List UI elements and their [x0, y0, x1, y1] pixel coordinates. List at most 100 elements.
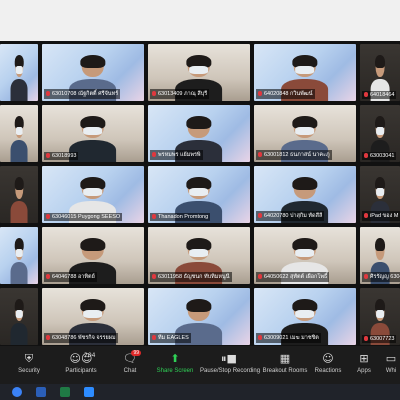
window-top-area — [0, 0, 400, 41]
chat-badge: 99 — [131, 350, 141, 356]
video-tile[interactable]: 63013409 ภาณุ สีบุรี — [148, 44, 250, 101]
participant-figure — [10, 54, 28, 101]
muted-mic-icon — [258, 91, 262, 97]
video-tile[interactable]: 64046788 อาทิตย์ — [42, 227, 144, 284]
muted-mic-icon — [46, 91, 50, 97]
muted-mic-icon — [258, 152, 262, 158]
chat-bubble-icon: 🗨 — [123, 352, 137, 365]
video-tile[interactable]: 63048786 พัชรกิจ จรรยผม — [42, 288, 144, 345]
apps-label: Apps — [357, 368, 371, 374]
muted-mic-icon — [364, 213, 368, 219]
participant-name: 63011958 ธัญชนก ทับทิมหนูนี — [150, 272, 232, 282]
participant-name: 63018993 — [44, 152, 79, 160]
security-label: Security — [18, 368, 40, 374]
participant-figure — [10, 176, 28, 223]
whiteboard-icon: ▭ — [385, 352, 397, 365]
muted-mic-icon — [152, 335, 156, 341]
muted-mic-icon — [46, 274, 50, 280]
recording-label: Pause/Stop Recording — [200, 368, 261, 374]
participant-name: 63010708 ณัฐกิตติ์ ศรีจันทร์ — [44, 89, 121, 99]
whiteboard-label: Whi — [385, 368, 397, 374]
zoom-icon[interactable] — [84, 387, 94, 397]
participant-name: 64050622 สุทัตต์ เผือกโพธิ์ — [256, 272, 330, 282]
video-gallery: 63010708 ณัฐกิตติ์ ศรีจันทร์ 63013409 ภาณ… — [0, 41, 400, 346]
video-tile[interactable]: 63009021 เมฆ มาชชิต — [254, 288, 356, 345]
participant-name: 64020848 กวินพัฒน์ — [256, 89, 315, 99]
participants-count: 204 — [84, 352, 96, 359]
video-tile[interactable]: 64018464 — [360, 44, 400, 101]
participants-button[interactable]: ☺☺ 204 Participants — [56, 346, 106, 384]
share-screen-button[interactable]: ⬆ Share Screen — [152, 346, 198, 384]
muted-mic-icon — [364, 92, 368, 98]
participant-name: 64046788 อาทิตย์ — [44, 272, 97, 282]
participant-name: 63046015 Puygong SEESO — [44, 213, 123, 221]
muted-mic-icon — [46, 335, 50, 341]
reactions-button[interactable]: ☺ Reactions — [312, 346, 344, 384]
word-icon[interactable] — [36, 387, 46, 397]
security-button[interactable]: ⛨ Security — [6, 346, 52, 384]
grid-icon: ▦ — [279, 352, 291, 365]
muted-mic-icon — [364, 153, 368, 159]
video-tile[interactable]: 64050622 สุทัตต์ เผือกโพธิ์ — [254, 227, 356, 284]
whiteboard-button[interactable]: ▭ Whi — [382, 346, 400, 384]
video-tile[interactable] — [0, 105, 38, 162]
participant-name: ทีม EAGLES — [150, 333, 191, 343]
participant-name: iPad ของ M — [362, 211, 400, 221]
video-tile[interactable] — [0, 288, 38, 345]
video-tile[interactable]: 63011958 ธัญชนก ทับทิมหนูนี — [148, 227, 250, 284]
apps-button[interactable]: ⊞ Apps — [350, 346, 378, 384]
chrome-icon[interactable] — [12, 387, 22, 397]
participant-name: พรหมพร แย้มพรพิ — [150, 150, 203, 160]
shield-icon: ⛨ — [24, 352, 34, 365]
participant-name: 64020780 ปาสุกิม ทัดสีลี — [256, 211, 325, 221]
participant-name: 63007723 — [362, 335, 397, 343]
muted-mic-icon — [46, 214, 50, 220]
muted-mic-icon — [258, 335, 262, 341]
muted-mic-icon — [152, 91, 156, 97]
apps-icon: ⊞ — [359, 352, 369, 365]
recording-button[interactable]: ⏸■ Pause/Stop Recording — [200, 346, 261, 384]
reactions-label: Reactions — [314, 368, 342, 374]
breakout-rooms-button[interactable]: ▦ Breakout Rooms — [262, 346, 308, 384]
video-tile[interactable]: 63003041 — [360, 105, 400, 162]
meeting-toolbar: ⛨ Security ☺☺ 204 Participants 🗨 99 Chat… — [0, 346, 400, 384]
muted-mic-icon — [152, 152, 156, 158]
video-tile[interactable]: 63046015 Puygong SEESO — [42, 166, 144, 223]
muted-mic-icon — [258, 213, 262, 219]
video-tile[interactable]: 63010708 ณัฐกิตติ์ ศรีจันทร์ — [42, 44, 144, 101]
participant-name: 63003041 — [362, 152, 397, 160]
video-tile[interactable]: ศิรรัญญ 6304 — [360, 227, 400, 284]
share-arrow-icon: ⬆ — [170, 352, 180, 365]
video-tile[interactable]: 63001812 ธนภาสน์ นาคะภู — [254, 105, 356, 162]
video-tile[interactable] — [0, 227, 38, 284]
windows-taskbar — [0, 384, 400, 400]
video-tile[interactable] — [0, 44, 38, 101]
video-tile[interactable]: ทีม EAGLES — [148, 288, 250, 345]
participant-name: 63048786 พัชรกิจ จรรยผม — [44, 333, 118, 343]
video-tile[interactable]: 63018993 — [42, 105, 144, 162]
chat-label: Chat — [123, 368, 137, 374]
muted-mic-icon — [258, 274, 262, 280]
video-tile[interactable]: 63007723 — [360, 288, 400, 345]
share-screen-label: Share Screen — [156, 368, 194, 374]
video-tile[interactable]: iPad ของ M — [360, 166, 400, 223]
participant-name: 63001812 ธนภาสน์ นาคะภู — [256, 150, 332, 160]
chat-button[interactable]: 🗨 99 Chat — [112, 346, 148, 384]
participant-figure — [10, 115, 28, 162]
video-tile[interactable]: 64020848 กวินพัฒน์ — [254, 44, 356, 101]
excel-icon[interactable] — [60, 387, 70, 397]
video-tile[interactable]: 64020780 ปาสุกิม ทัดสีลี — [254, 166, 356, 223]
participant-name: ศิรรัญญ 6304 — [362, 272, 400, 282]
muted-mic-icon — [46, 153, 50, 159]
smile-plus-icon: ☺ — [322, 352, 334, 365]
breakout-rooms-label: Breakout Rooms — [262, 368, 308, 374]
muted-mic-icon — [364, 274, 368, 280]
participant-figure — [10, 237, 28, 284]
muted-mic-icon — [364, 336, 368, 342]
participant-name: 63013409 ภาณุ สีบุรี — [150, 89, 210, 99]
video-tile[interactable] — [0, 166, 38, 223]
participant-figure — [10, 298, 28, 345]
pause-stop-icon: ⏸■ — [221, 352, 237, 365]
video-tile[interactable]: พรหมพร แย้มพรพิ — [148, 105, 250, 162]
video-tile[interactable]: Thanadon Promtong — [148, 166, 250, 223]
